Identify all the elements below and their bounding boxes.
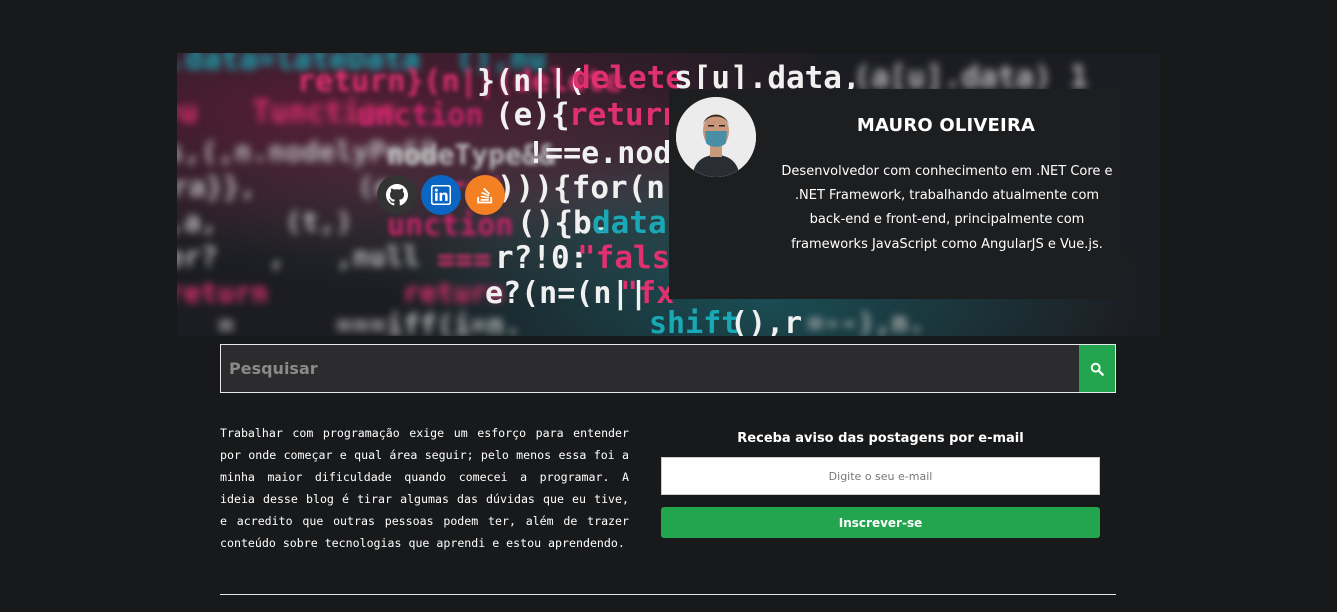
subscribe-button[interactable]: Inscrever-se — [661, 507, 1100, 538]
linkedin-link[interactable] — [421, 175, 461, 215]
github-link[interactable] — [377, 175, 417, 215]
profile-name: MAURO OLIVEIRA — [856, 115, 1036, 136]
header-banner: .data=lateData (),nu return}(n||(delete … — [177, 53, 1160, 336]
profile-bio: Desenvolvedor com conhecimento em .NET C… — [781, 164, 1113, 252]
search-bar — [220, 344, 1116, 393]
intro-text: Trabalhar com programação exige um esfor… — [220, 426, 629, 550]
github-icon — [386, 184, 408, 206]
newsletter-title: Receba aviso das postagens por e-mail — [737, 431, 1024, 446]
avatar — [676, 97, 756, 177]
social-links — [377, 175, 505, 215]
stackoverflow-icon — [477, 187, 493, 204]
stackoverflow-link[interactable] — [465, 175, 505, 215]
profile-card: MAURO OLIVEIRA Desenvolvedor com conheci… — [669, 89, 1124, 299]
linkedin-icon — [431, 185, 451, 205]
search-button[interactable] — [1079, 345, 1115, 392]
search-input[interactable] — [221, 345, 1079, 392]
email-field[interactable] — [661, 457, 1100, 495]
search-icon — [1090, 362, 1104, 376]
divider — [220, 594, 1116, 595]
